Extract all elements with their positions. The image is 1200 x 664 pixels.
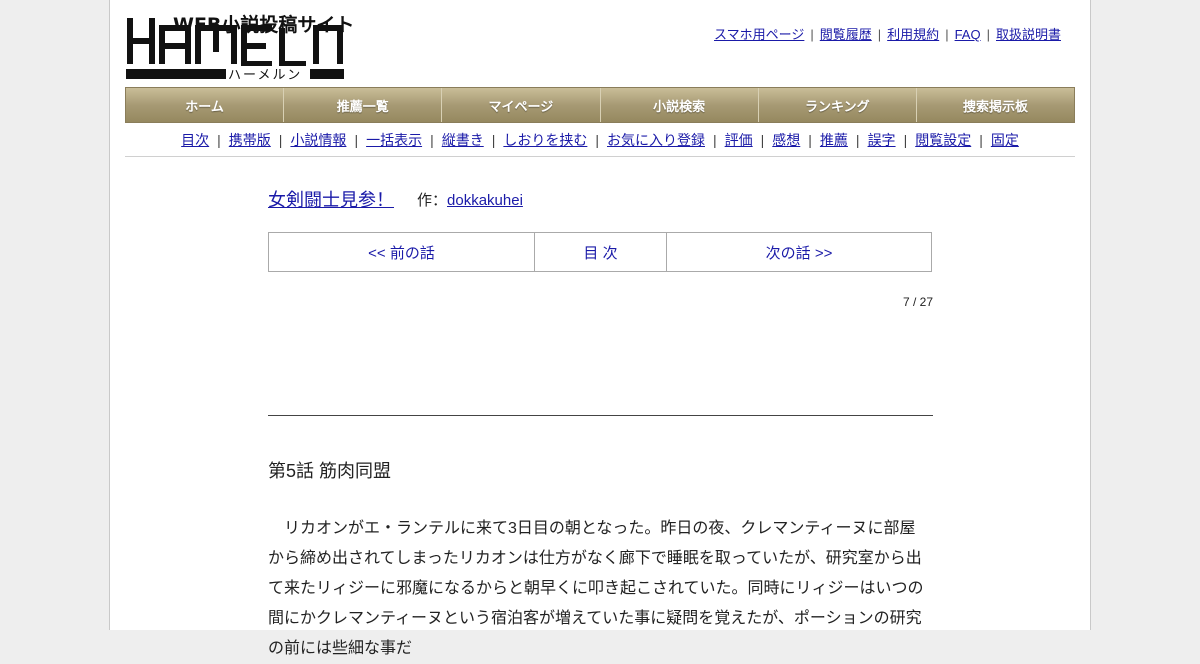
content-divider — [268, 415, 933, 416]
next-chapter-link[interactable]: 次の話 >> — [667, 233, 931, 271]
subnav-mobile[interactable]: 携帯版 — [229, 132, 271, 148]
author-line: 作：dokkakuhei — [417, 189, 523, 210]
logo-wordmark — [127, 18, 343, 66]
chapter-count: 7 / 27 — [902, 295, 933, 309]
link-faq[interactable]: FAQ — [955, 27, 981, 42]
subnav-novel-info[interactable]: 小説情報 — [290, 132, 346, 148]
chapter-title: 第5話 筋肉同盟 — [268, 461, 392, 481]
subnav-favorite[interactable]: お気に入り登録 — [607, 132, 705, 148]
subnav-rating[interactable]: 評価 — [725, 132, 753, 148]
nav-home[interactable]: ホーム — [126, 88, 285, 122]
nav-recommendations[interactable]: 推薦一覧 — [284, 88, 443, 122]
novel-subnav: 目次 | 携帯版 | 小説情報 | 一括表示 | 縦書き | しおりを挟む | お気に入り登録 | 評価 | 感… — [181, 132, 1019, 148]
link-terms[interactable]: 利用規約 — [887, 27, 939, 42]
chapter-body: リカオンがエ・ランテルに来て3日目の朝となった。昨日の夜、クレマンティーヌに部屋… — [268, 520, 924, 657]
chapter-pager: << 前の話 目 次 次の話 >> — [268, 232, 932, 272]
hameln-logo[interactable]: WEB小説投稿サイト ハーメルン — [126, 10, 354, 83]
author-link[interactable]: dokkakuhei — [447, 192, 523, 209]
link-manual[interactable]: 取扱説明書 — [996, 27, 1061, 42]
top-links: スマホ用ページ | 閲覧履歴 | 利用規約 | FAQ | 取扱説明書 — [714, 27, 1061, 42]
subnav-view-settings[interactable]: 閲覧設定 — [915, 132, 971, 148]
subnav-vertical[interactable]: 縦書き — [442, 132, 484, 148]
link-smartphone[interactable]: スマホ用ページ — [714, 27, 804, 42]
subnav-bookmark[interactable]: しおりを挟む — [503, 132, 587, 148]
subnav-show-all[interactable]: 一括表示 — [366, 132, 422, 148]
logo-subtitle: ハーメルン — [228, 68, 303, 83]
subnav-recommend[interactable]: 推薦 — [820, 132, 848, 148]
prev-chapter-link[interactable]: << 前の話 — [269, 233, 535, 271]
page-container: WEB小説投稿サイト ハーメルン スマホ用ページ | 閲覧履歴 | 利用規約 | F — [109, 0, 1091, 657]
nav-search-board[interactable]: 捜索掲示板 — [916, 88, 1075, 122]
subnav-pin[interactable]: 固定 — [991, 132, 1019, 148]
toc-link[interactable]: 目 次 — [535, 233, 667, 271]
subnav-typo[interactable]: 誤字 — [868, 132, 896, 148]
link-history[interactable]: 閲覧履歴 — [820, 27, 872, 42]
author-prefix: 作： — [417, 192, 448, 209]
subnav-review[interactable]: 感想 — [772, 132, 800, 148]
nav-novel-search[interactable]: 小説検索 — [600, 88, 759, 122]
nav-mypage[interactable]: マイページ — [442, 88, 601, 122]
subnav-divider — [125, 156, 1075, 157]
novel-title-link[interactable]: 女剣闘士見参！ — [268, 186, 394, 212]
main-nav: ホーム 推薦一覧 マイページ 小説検索 ランキング 捜索掲示板 — [125, 87, 1075, 123]
nav-ranking[interactable]: ランキング — [758, 88, 917, 122]
subnav-toc[interactable]: 目次 — [181, 132, 209, 148]
